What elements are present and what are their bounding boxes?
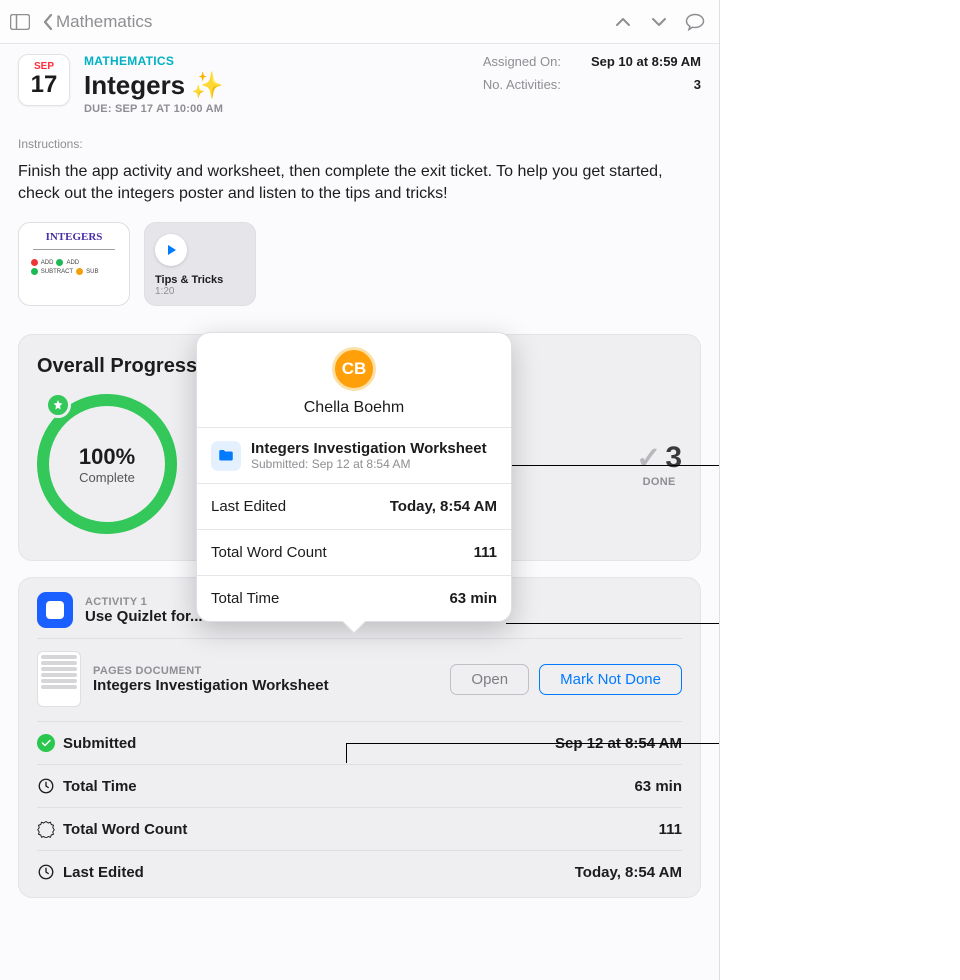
document-row: PAGES DOCUMENT Integers Investigation Wo… xyxy=(37,638,682,721)
mark-not-done-button[interactable]: Mark Not Done xyxy=(539,664,682,695)
callout-line xyxy=(506,465,720,466)
progress-percent: 100% xyxy=(79,444,135,470)
activity-title: Use Quizlet for... xyxy=(85,608,203,625)
avatar: CB xyxy=(332,347,376,391)
open-button[interactable]: Open xyxy=(450,664,529,695)
document-type-label: PAGES DOCUMENT xyxy=(93,665,329,677)
badge-icon xyxy=(37,820,55,838)
chevron-up-icon[interactable] xyxy=(609,8,637,36)
sidebar-toggle-icon[interactable] xyxy=(6,8,34,36)
progress-percent-label: Complete xyxy=(79,470,135,485)
metric-last-edited: Last Edited Today, 8:54 AM xyxy=(37,850,682,893)
checkmark-icon: ✓ xyxy=(636,441,661,476)
folder-icon xyxy=(211,441,241,471)
poster-title: INTEGERS xyxy=(46,231,103,243)
clock-icon xyxy=(37,777,55,795)
attachment-poster[interactable]: INTEGERS ADD ADD SUBTRACT SUB xyxy=(18,222,130,306)
metric-word-count: Total Word Count 111 xyxy=(37,807,682,850)
check-circle-icon xyxy=(37,734,55,752)
back-label: Mathematics xyxy=(56,12,152,32)
assigned-on-value: Sep 10 at 8:59 AM xyxy=(591,54,701,69)
assignment-meta: Assigned On: Sep 10 at 8:59 AM No. Activ… xyxy=(483,54,701,92)
quizlet-icon xyxy=(37,592,73,628)
calendar-chip: SEP 17 xyxy=(18,54,70,106)
progress-ring: 100% Complete xyxy=(37,394,177,534)
popover-file-title: Integers Investigation Worksheet xyxy=(251,440,487,457)
metric-total-time: Total Time 63 min xyxy=(37,764,682,807)
audio-title: Tips & Tricks xyxy=(155,274,223,286)
play-icon[interactable] xyxy=(155,234,187,266)
audio-duration: 1:20 xyxy=(155,286,174,297)
assignment-title: Integers ✨ xyxy=(84,70,224,101)
stat-done-label: DONE xyxy=(643,476,676,488)
callout-line xyxy=(506,623,720,624)
subject-label: MATHEMATICS xyxy=(84,54,224,68)
student-name: Chella Boehm xyxy=(304,399,405,417)
popover-file-subtitle: Submitted: Sep 12 at 8:54 AM xyxy=(251,457,487,471)
attachment-audio[interactable]: Tips & Tricks 1:20 xyxy=(144,222,256,306)
popover-last-edited: Last Edited Today, 8:54 AM xyxy=(197,484,511,530)
document-thumbnail[interactable] xyxy=(37,651,81,707)
chat-icon[interactable] xyxy=(681,8,709,36)
clock-icon xyxy=(37,863,55,881)
back-button[interactable]: Mathematics xyxy=(42,12,152,32)
popover-word-count: Total Word Count 111 xyxy=(197,530,511,576)
topbar: Mathematics xyxy=(0,0,719,44)
student-popover: CB Chella Boehm Integers Investigation W… xyxy=(196,332,512,622)
chevron-down-icon[interactable] xyxy=(645,8,673,36)
popover-total-time: Total Time 63 min xyxy=(197,576,511,621)
due-label: DUE: SEP 17 AT 10:00 AM xyxy=(84,103,224,115)
sparkles-icon: ✨ xyxy=(191,70,223,101)
document-title: Integers Investigation Worksheet xyxy=(93,677,329,694)
assigned-on-label: Assigned On: xyxy=(483,54,561,69)
popover-file-row[interactable]: Integers Investigation Worksheet Submitt… xyxy=(197,428,511,484)
activity-label: ACTIVITY 1 xyxy=(85,596,203,608)
activities-count-label: No. Activities: xyxy=(483,77,561,92)
instructions-label: Instructions: xyxy=(18,137,701,151)
callout-line xyxy=(346,743,720,744)
activities-count-value: 3 xyxy=(591,77,701,92)
callout-line xyxy=(346,743,347,763)
calendar-day: 17 xyxy=(31,72,58,98)
instructions-text: Finish the app activity and worksheet, t… xyxy=(18,161,701,204)
